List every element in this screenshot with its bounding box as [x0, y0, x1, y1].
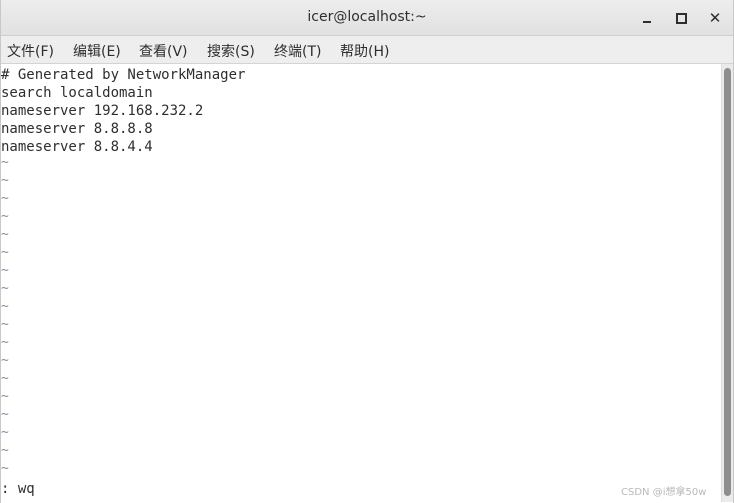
title-bar[interactable]: icer@localhost:~ ✕: [1, 0, 733, 36]
menu-search[interactable]: 搜索(S): [207, 41, 255, 61]
menu-terminal[interactable]: 终端(T): [274, 41, 321, 61]
menu-file[interactable]: 文件(F): [7, 41, 54, 61]
empty-line-marker: ~: [1, 371, 9, 386]
empty-line-marker: ~: [1, 173, 9, 188]
empty-line-marker: ~: [1, 389, 9, 404]
minimize-button[interactable]: [637, 8, 657, 28]
empty-line-marker: ~: [1, 155, 9, 170]
watermark: CSDN @i想拿50w: [621, 487, 707, 498]
menu-bar: 文件(F) 编辑(E) 查看(V) 搜索(S) 终端(T) 帮助(H): [1, 36, 733, 64]
empty-line-marker: ~: [1, 281, 9, 296]
close-icon: ✕: [708, 9, 722, 27]
empty-line-marker: ~: [1, 335, 9, 350]
close-button[interactable]: ✕: [705, 8, 725, 28]
file-line: nameserver 8.8.8.8: [1, 121, 153, 137]
menu-edit[interactable]: 编辑(E): [73, 41, 121, 61]
terminal-window: icer@localhost:~ ✕ 文件(F) 编辑(E) 查看(V) 搜索(…: [0, 0, 734, 503]
empty-line-marker: ~: [1, 227, 9, 242]
menu-view[interactable]: 查看(V): [139, 41, 188, 61]
file-line: search localdomain: [1, 85, 153, 101]
scrollbar-thumb[interactable]: [724, 68, 731, 496]
terminal-content[interactable]: # Generated by NetworkManager search loc…: [1, 64, 721, 502]
empty-line-marker: ~: [1, 353, 9, 368]
window-title: icer@localhost:~: [307, 9, 427, 25]
menu-help[interactable]: 帮助(H): [340, 41, 389, 61]
empty-line-marker: ~: [1, 461, 9, 476]
scrollbar[interactable]: [721, 64, 733, 502]
empty-line-marker: ~: [1, 407, 9, 422]
maximize-button[interactable]: [671, 8, 691, 28]
file-line: nameserver 192.168.232.2: [1, 103, 204, 119]
empty-line-marker: ~: [1, 209, 9, 224]
empty-line-marker: ~: [1, 245, 9, 260]
empty-line-marker: ~: [1, 191, 9, 206]
empty-line-marker: ~: [1, 425, 9, 440]
empty-line-marker: ~: [1, 299, 9, 314]
file-line: nameserver 8.8.4.4: [1, 139, 153, 155]
empty-line-marker: ~: [1, 317, 9, 332]
vim-command-line[interactable]: : wq: [1, 480, 35, 498]
maximize-icon: [675, 13, 687, 24]
empty-line-marker: ~: [1, 263, 9, 278]
minimize-icon: [643, 21, 651, 23]
empty-line-marker: ~: [1, 443, 9, 458]
file-line: # Generated by NetworkManager: [1, 67, 246, 83]
